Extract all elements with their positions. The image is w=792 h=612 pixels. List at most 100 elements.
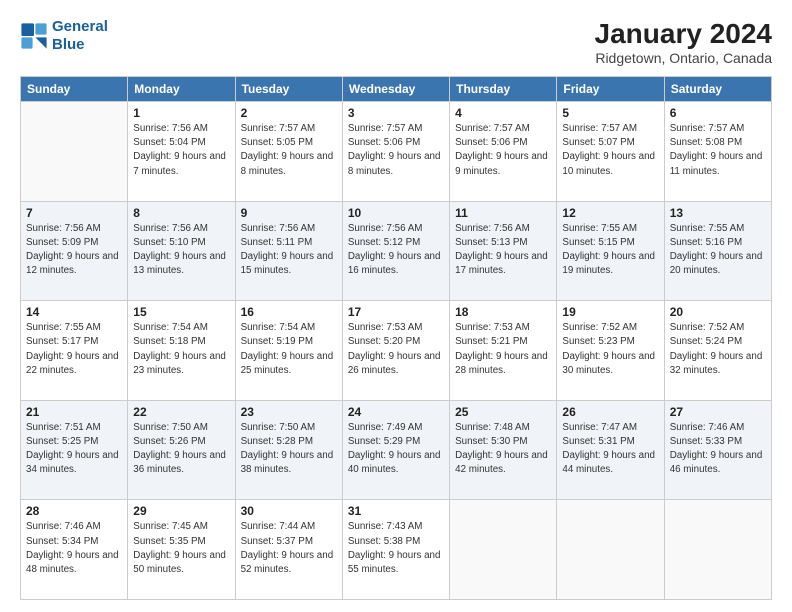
logo-general: General	[52, 18, 108, 35]
day-header-wednesday: Wednesday	[342, 77, 449, 102]
calendar-cell	[450, 500, 557, 600]
day-info: Sunrise: 7:43 AM Sunset: 5:38 PM Dayligh…	[348, 520, 444, 577]
calendar-cell: 11 Sunrise: 7:56 AM Sunset: 5:13 PM Dayli…	[450, 201, 557, 301]
day-number: 17	[348, 305, 444, 319]
day-info: Sunrise: 7:57 AM Sunset: 5:07 PM Dayligh…	[562, 122, 658, 179]
day-number: 25	[455, 405, 551, 419]
day-number: 28	[26, 504, 122, 518]
calendar-cell: 15 Sunrise: 7:54 AM Sunset: 5:18 PM Dayli…	[128, 301, 235, 401]
day-header-thursday: Thursday	[450, 77, 557, 102]
day-number: 23	[241, 405, 337, 419]
calendar-cell: 6Sunrise: 7:57 AM Sunset: 5:08 PM Daylig…	[664, 102, 771, 202]
calendar-cell: 14 Sunrise: 7:55 AM Sunset: 5:17 PM Dayli…	[21, 301, 128, 401]
day-number: 11	[455, 206, 551, 220]
calendar-cell: 9 Sunrise: 7:56 AM Sunset: 5:11 PM Daylig…	[235, 201, 342, 301]
logo: General Blue	[20, 18, 108, 54]
calendar-table: SundayMondayTuesdayWednesdayThursdayFrid…	[20, 76, 772, 600]
day-header-tuesday: Tuesday	[235, 77, 342, 102]
day-info: Sunrise: 7:48 AM Sunset: 5:30 PM Dayligh…	[455, 421, 551, 478]
day-number: 15	[133, 305, 229, 319]
calendar-title: January 2024	[595, 18, 772, 50]
day-number: 30	[241, 504, 337, 518]
day-number: 3	[348, 106, 444, 120]
day-info: Sunrise: 7:47 AM Sunset: 5:31 PM Dayligh…	[562, 421, 658, 478]
logo-blue: Blue	[52, 36, 85, 53]
calendar-cell: 12Sunrise: 7:55 AM Sunset: 5:15 PM Dayli…	[557, 201, 664, 301]
calendar-cell: 2 Sunrise: 7:57 AM Sunset: 5:05 PM Daylig…	[235, 102, 342, 202]
day-info: Sunrise: 7:49 AM Sunset: 5:29 PM Dayligh…	[348, 421, 444, 478]
logo-text: General Blue	[52, 18, 108, 54]
calendar-cell: 5 Sunrise: 7:57 AM Sunset: 5:07 PM Daylig…	[557, 102, 664, 202]
day-info: Sunrise: 7:54 AM Sunset: 5:18 PM Dayligh…	[133, 321, 229, 378]
day-number: 18	[455, 305, 551, 319]
calendar-cell	[21, 102, 128, 202]
day-number: 24	[348, 405, 444, 419]
day-info: Sunrise: 7:52 AM Sunset: 5:24 PM Dayligh…	[670, 321, 766, 378]
day-number: 5	[562, 106, 658, 120]
calendar-cell: 7Sunrise: 7:56 AM Sunset: 5:09 PM Daylig…	[21, 201, 128, 301]
day-info: Sunrise: 7:56 AM Sunset: 5:11 PM Dayligh…	[241, 222, 337, 279]
calendar-cell: 29 Sunrise: 7:45 AM Sunset: 5:35 PM Dayli…	[128, 500, 235, 600]
day-number: 8	[133, 206, 229, 220]
day-number: 20	[670, 305, 766, 319]
calendar-header-row: SundayMondayTuesdayWednesdayThursdayFrid…	[21, 77, 772, 102]
day-info: Sunrise: 7:55 AM Sunset: 5:17 PM Dayligh…	[26, 321, 122, 378]
day-number: 4	[455, 106, 551, 120]
calendar-week-row: 1Sunrise: 7:56 AM Sunset: 5:04 PM Daylig…	[21, 102, 772, 202]
day-number: 16	[241, 305, 337, 319]
calendar-cell: 21Sunrise: 7:51 AM Sunset: 5:25 PM Dayli…	[21, 400, 128, 500]
day-info: Sunrise: 7:55 AM Sunset: 5:16 PM Dayligh…	[670, 222, 766, 279]
calendar-cell: 30 Sunrise: 7:44 AM Sunset: 5:37 PM Dayli…	[235, 500, 342, 600]
day-number: 2	[241, 106, 337, 120]
header: General Blue January 2024 Ridgetown, Ont…	[20, 18, 772, 66]
calendar-cell: 24 Sunrise: 7:49 AM Sunset: 5:29 PM Dayli…	[342, 400, 449, 500]
calendar-cell: 20 Sunrise: 7:52 AM Sunset: 5:24 PM Dayli…	[664, 301, 771, 401]
day-info: Sunrise: 7:56 AM Sunset: 5:10 PM Dayligh…	[133, 222, 229, 279]
day-info: Sunrise: 7:56 AM Sunset: 5:12 PM Dayligh…	[348, 222, 444, 279]
calendar-cell: 23 Sunrise: 7:50 AM Sunset: 5:28 PM Dayli…	[235, 400, 342, 500]
calendar-cell: 4 Sunrise: 7:57 AM Sunset: 5:06 PM Daylig…	[450, 102, 557, 202]
calendar-cell: 18 Sunrise: 7:53 AM Sunset: 5:21 PM Dayli…	[450, 301, 557, 401]
day-number: 19	[562, 305, 658, 319]
day-number: 22	[133, 405, 229, 419]
day-info: Sunrise: 7:44 AM Sunset: 5:37 PM Dayligh…	[241, 520, 337, 577]
day-info: Sunrise: 7:45 AM Sunset: 5:35 PM Dayligh…	[133, 520, 229, 577]
day-number: 27	[670, 405, 766, 419]
day-info: Sunrise: 7:57 AM Sunset: 5:08 PM Dayligh…	[670, 122, 766, 179]
day-header-sunday: Sunday	[21, 77, 128, 102]
calendar-cell: 1Sunrise: 7:56 AM Sunset: 5:04 PM Daylig…	[128, 102, 235, 202]
day-info: Sunrise: 7:53 AM Sunset: 5:20 PM Dayligh…	[348, 321, 444, 378]
day-info: Sunrise: 7:56 AM Sunset: 5:04 PM Dayligh…	[133, 122, 229, 179]
day-number: 29	[133, 504, 229, 518]
calendar-cell: 22Sunrise: 7:50 AM Sunset: 5:26 PM Dayli…	[128, 400, 235, 500]
day-number: 14	[26, 305, 122, 319]
calendar-cell: 25 Sunrise: 7:48 AM Sunset: 5:30 PM Dayli…	[450, 400, 557, 500]
day-number: 31	[348, 504, 444, 518]
day-number: 10	[348, 206, 444, 220]
day-number: 26	[562, 405, 658, 419]
day-number: 9	[241, 206, 337, 220]
day-info: Sunrise: 7:53 AM Sunset: 5:21 PM Dayligh…	[455, 321, 551, 378]
day-info: Sunrise: 7:57 AM Sunset: 5:05 PM Dayligh…	[241, 122, 337, 179]
logo-icon	[20, 22, 48, 50]
day-header-monday: Monday	[128, 77, 235, 102]
day-number: 21	[26, 405, 122, 419]
day-number: 13	[670, 206, 766, 220]
day-info: Sunrise: 7:56 AM Sunset: 5:13 PM Dayligh…	[455, 222, 551, 279]
day-info: Sunrise: 7:57 AM Sunset: 5:06 PM Dayligh…	[455, 122, 551, 179]
calendar-subtitle: Ridgetown, Ontario, Canada	[595, 50, 772, 66]
calendar-week-row: 21Sunrise: 7:51 AM Sunset: 5:25 PM Dayli…	[21, 400, 772, 500]
day-info: Sunrise: 7:54 AM Sunset: 5:19 PM Dayligh…	[241, 321, 337, 378]
calendar-cell: 26 Sunrise: 7:47 AM Sunset: 5:31 PM Dayli…	[557, 400, 664, 500]
calendar-week-row: 14 Sunrise: 7:55 AM Sunset: 5:17 PM Dayli…	[21, 301, 772, 401]
day-info: Sunrise: 7:57 AM Sunset: 5:06 PM Dayligh…	[348, 122, 444, 179]
calendar-cell: 17 Sunrise: 7:53 AM Sunset: 5:20 PM Dayli…	[342, 301, 449, 401]
calendar-cell: 28Sunrise: 7:46 AM Sunset: 5:34 PM Dayli…	[21, 500, 128, 600]
calendar-cell: 31 Sunrise: 7:43 AM Sunset: 5:38 PM Dayli…	[342, 500, 449, 600]
title-block: January 2024 Ridgetown, Ontario, Canada	[595, 18, 772, 66]
calendar-cell: 8 Sunrise: 7:56 AM Sunset: 5:10 PM Daylig…	[128, 201, 235, 301]
day-info: Sunrise: 7:50 AM Sunset: 5:28 PM Dayligh…	[241, 421, 337, 478]
calendar-cell: 16 Sunrise: 7:54 AM Sunset: 5:19 PM Dayli…	[235, 301, 342, 401]
calendar-cell: 27Sunrise: 7:46 AM Sunset: 5:33 PM Dayli…	[664, 400, 771, 500]
day-number: 12	[562, 206, 658, 220]
